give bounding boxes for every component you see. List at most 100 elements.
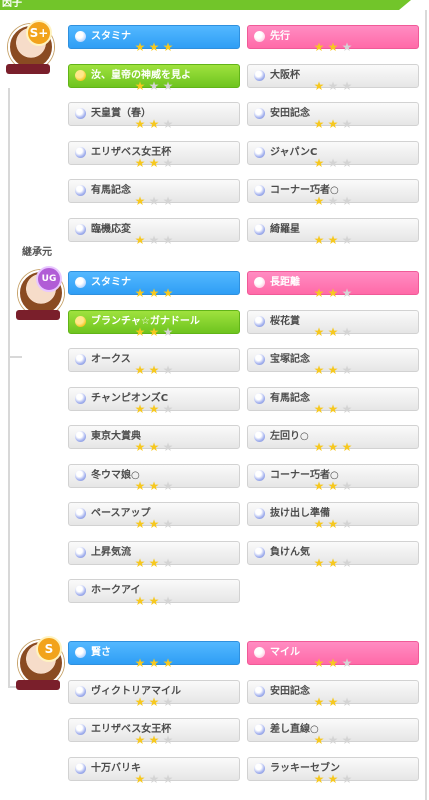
factor-chip[interactable]: 桜花賞 ★ ★ ★ (247, 310, 419, 339)
star-empty-icon: ★ (162, 772, 174, 786)
star-empty-icon: ★ (341, 286, 353, 300)
star-empty-icon: ★ (341, 733, 353, 747)
factor-star-rating: ★ ★ ★ (312, 80, 354, 93)
factor-chip[interactable]: 臨機応変 ★ ★ ★ (68, 218, 240, 247)
factor-star-rating: ★ ★ ★ (133, 480, 175, 493)
factor-chip[interactable]: 十万バリキ ★ ★ ★ (68, 757, 240, 786)
factor-chip[interactable]: ブランチャ☆ガナドール ★ ★ ★ (68, 310, 240, 339)
star-empty-icon: ★ (341, 156, 353, 170)
factor-chip[interactable]: エリザベス女王杯 ★ ★ ★ (68, 141, 240, 170)
factor-chip[interactable]: 冬ウマ娘○ ★ ★ ★ (68, 464, 240, 493)
factor-label: 長距離 (270, 277, 300, 288)
star-filled-icon: ★ (327, 440, 339, 454)
factor-orb-icon (75, 763, 86, 774)
factor-chip[interactable]: コーナー巧者○ ★ ★ ★ (247, 179, 419, 208)
factor-chip[interactable]: 東京大賞典 ★ ★ ★ (68, 425, 240, 454)
scroll-track[interactable] (425, 10, 427, 800)
factor-chip[interactable]: ラッキーセブン ★ ★ ★ (247, 757, 419, 786)
factor-label: オークス (91, 354, 131, 365)
factor-chip[interactable]: 有馬記念 ★ ★ ★ (68, 179, 240, 208)
factor-chip[interactable]: 抜け出し準備 ★ ★ ★ (247, 502, 419, 531)
factor-orb-icon (75, 431, 86, 442)
factor-header-title: 因子 (2, 0, 22, 9)
star-filled-icon: ★ (148, 117, 160, 131)
factor-chip[interactable]: 安田記念 ★ ★ ★ (247, 680, 419, 709)
parent-avatar[interactable]: UG (14, 266, 64, 322)
factor-chip[interactable]: 負けん気 ★ ★ ★ (247, 541, 419, 570)
star-filled-icon: ★ (148, 517, 160, 531)
factor-label: 大阪杯 (270, 70, 300, 81)
character-ribbon-decoration (6, 64, 50, 74)
factor-label: 宝塚記念 (270, 354, 310, 365)
star-empty-icon: ★ (341, 402, 353, 416)
factor-star-rating: ★ ★ ★ (133, 287, 175, 300)
factor-chip[interactable]: スタミナ ★ ★ ★ (68, 25, 240, 54)
factor-star-rating: ★ ★ ★ (312, 441, 354, 454)
factor-star-rating: ★ ★ ★ (133, 595, 175, 608)
factor-chip[interactable]: スタミナ ★ ★ ★ (68, 271, 240, 300)
factor-orb-icon (254, 316, 265, 327)
star-filled-icon: ★ (327, 656, 339, 670)
factor-star-rating: ★ ★ ★ (312, 157, 354, 170)
star-empty-icon: ★ (341, 656, 353, 670)
factor-chip[interactable]: オークス ★ ★ ★ (68, 348, 240, 377)
factor-chip[interactable]: 大阪杯 ★ ★ ★ (247, 64, 419, 93)
factor-chip[interactable]: 綺羅星 ★ ★ ★ (247, 218, 419, 247)
factor-star-rating: ★ ★ ★ (312, 657, 354, 670)
factor-chip[interactable]: 左回り○ ★ ★ ★ (247, 425, 419, 454)
factor-star-rating: ★ ★ ★ (312, 734, 354, 747)
factor-chip[interactable]: 有馬記念 ★ ★ ★ (247, 387, 419, 416)
factor-chip[interactable]: 宝塚記念 ★ ★ ★ (247, 348, 419, 377)
factor-chip[interactable]: エリザベス女王杯 ★ ★ ★ (68, 718, 240, 747)
star-empty-icon: ★ (341, 363, 353, 377)
star-filled-icon: ★ (313, 402, 325, 416)
factor-chip[interactable]: マイル ★ ★ ★ (247, 641, 419, 670)
factor-star-rating: ★ ★ ★ (133, 41, 175, 54)
factor-orb-icon (254, 354, 265, 365)
factor-chip[interactable]: ヴィクトリアマイル ★ ★ ★ (68, 680, 240, 709)
factor-chip[interactable]: チャンピオンズC ★ ★ ★ (68, 387, 240, 416)
factor-chip[interactable]: ペースアップ ★ ★ ★ (68, 502, 240, 531)
factor-label: 先行 (270, 31, 290, 42)
factor-orb-icon (254, 185, 265, 196)
star-empty-icon: ★ (162, 733, 174, 747)
star-empty-icon: ★ (327, 733, 339, 747)
trainee-avatar[interactable]: S+ (4, 20, 54, 76)
star-empty-icon: ★ (148, 772, 160, 786)
factor-chip[interactable]: 長距離 ★ ★ ★ (247, 271, 419, 300)
factor-chip[interactable]: コーナー巧者○ ★ ★ ★ (247, 464, 419, 493)
star-empty-icon: ★ (341, 517, 353, 531)
star-filled-icon: ★ (162, 656, 174, 670)
factor-label: 綺羅星 (270, 224, 300, 235)
grandparent-avatar[interactable]: S (14, 636, 64, 692)
factor-orb-icon (254, 147, 265, 158)
factor-label: 左回り○ (270, 431, 309, 442)
star-filled-icon: ★ (134, 194, 146, 208)
factor-chip[interactable]: 先行 ★ ★ ★ (247, 25, 419, 54)
star-filled-icon: ★ (313, 117, 325, 131)
factor-chip[interactable]: 上昇気流 ★ ★ ★ (68, 541, 240, 570)
factor-chip[interactable]: 汝、皇帝の神威を見よ ★ ★ ★ (68, 64, 240, 93)
factor-star-rating: ★ ★ ★ (312, 287, 354, 300)
factor-chip[interactable]: 差し直線○ ★ ★ ★ (247, 718, 419, 747)
star-empty-icon: ★ (148, 79, 160, 93)
star-filled-icon: ★ (134, 772, 146, 786)
factor-chip[interactable]: 安田記念 ★ ★ ★ (247, 102, 419, 131)
factor-orb-icon (254, 724, 265, 735)
factor-orb-icon (75, 316, 86, 327)
star-empty-icon: ★ (341, 40, 353, 54)
star-filled-icon: ★ (313, 79, 325, 93)
star-empty-icon: ★ (341, 695, 353, 709)
star-empty-icon: ★ (162, 117, 174, 131)
factor-chip[interactable]: 天皇賞（春） ★ ★ ★ (68, 102, 240, 131)
star-empty-icon: ★ (162, 695, 174, 709)
star-filled-icon: ★ (313, 233, 325, 247)
factor-orb-icon (254, 647, 265, 658)
star-empty-icon: ★ (327, 194, 339, 208)
factor-chip[interactable]: ホークアイ ★ ★ ★ (68, 579, 240, 608)
star-empty-icon: ★ (162, 156, 174, 170)
factor-chip[interactable]: 賢さ ★ ★ ★ (68, 641, 240, 670)
lineage-tree-branch (8, 356, 22, 358)
factor-chip[interactable]: ジャパンC ★ ★ ★ (247, 141, 419, 170)
star-empty-icon: ★ (341, 233, 353, 247)
